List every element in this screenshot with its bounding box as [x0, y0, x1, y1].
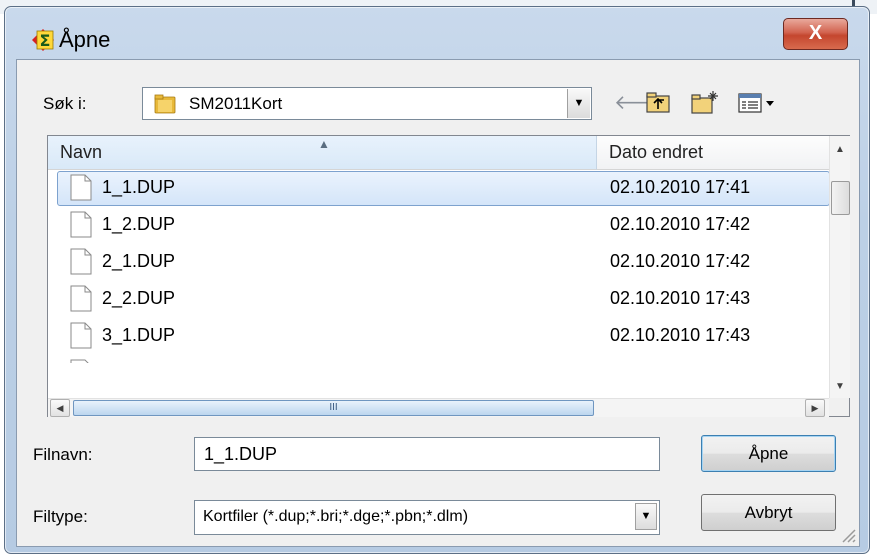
file-name: 2_2.DUP	[102, 288, 176, 308]
close-button[interactable]: X	[783, 18, 848, 50]
look-in-value: SM2011Kort	[189, 94, 283, 113]
list-item[interactable]: 1_2.DUP 02.10.2010 17:42	[48, 207, 828, 243]
file-name: 3_1.DUP	[102, 325, 176, 345]
look-in-label: Søk i:	[43, 94, 87, 113]
list-item-partial	[48, 355, 828, 363]
file-date: 02.10.2010 17:42	[610, 214, 751, 234]
file-list[interactable]: Navn ▲ Dato endret 1_1.DUP 02.10.2010 17…	[47, 135, 850, 417]
file-date: 02.10.2010 17:43	[610, 325, 751, 345]
filetype-label: Filtype:	[33, 507, 88, 526]
file-icon	[70, 285, 92, 312]
file-icon	[70, 248, 92, 275]
file-name: 1_2.DUP	[102, 214, 176, 234]
file-date: 02.10.2010 17:43	[610, 288, 751, 308]
open-dialog: Σ Åpne X Søk i: SM2011Kort ▼ 🡐 Navn ▲ Da…	[4, 6, 870, 554]
cancel-button[interactable]: Avbryt	[701, 494, 836, 531]
scroll-right-icon[interactable]: ▶	[805, 399, 825, 417]
list-item[interactable]: 2_2.DUP 02.10.2010 17:43	[48, 281, 828, 317]
up-folder-icon[interactable]	[645, 90, 671, 116]
sigma-app-icon: Σ	[32, 29, 54, 51]
scroll-left-icon[interactable]: ◀	[50, 399, 70, 417]
file-date: 02.10.2010 17:41	[610, 177, 751, 197]
scrollbar-corner	[829, 398, 849, 416]
new-folder-icon[interactable]	[690, 90, 720, 116]
list-item[interactable]: 3_1.DUP 02.10.2010 17:43	[48, 318, 828, 354]
file-icon	[70, 322, 92, 349]
column-header-date-label: Dato endret	[609, 142, 704, 162]
scroll-up-icon[interactable]: ▲	[835, 144, 845, 155]
vertical-scroll-thumb[interactable]	[831, 181, 850, 215]
filename-input[interactable]: 1_1.DUP	[194, 437, 660, 471]
svg-text:Σ: Σ	[40, 31, 51, 50]
file-name: 1_1.DUP	[102, 177, 176, 197]
horizontal-scroll-thumb[interactable]: III	[73, 400, 594, 416]
resize-grip-icon[interactable]	[839, 526, 857, 544]
chevron-down-icon[interactable]: ▼	[635, 503, 657, 530]
file-name: 2_1.DUP	[102, 251, 176, 271]
file-date: 02.10.2010 17:42	[610, 251, 751, 271]
vertical-scrollbar[interactable]: ▲ ▼	[829, 136, 850, 398]
column-header-date[interactable]: Dato endret	[597, 136, 829, 170]
list-item[interactable]: 1_1.DUP 02.10.2010 17:41	[48, 170, 830, 206]
horizontal-scrollbar[interactable]: ◀ III ▶	[48, 398, 829, 417]
dialog-content: Søk i: SM2011Kort ▼ 🡐 Navn ▲ Dato endret…	[16, 59, 860, 547]
dialog-title: Åpne	[59, 27, 111, 52]
column-header-name[interactable]: Navn ▲	[48, 136, 597, 170]
filetype-select[interactable]: Kortfiler (*.dup;*.bri;*.dge;*.pbn;*.dlm…	[194, 500, 660, 535]
file-icon	[70, 359, 89, 363]
chevron-down-icon[interactable]: ▼	[567, 89, 590, 118]
list-item[interactable]: 2_1.DUP 02.10.2010 17:42	[48, 244, 828, 280]
scroll-down-icon[interactable]: ▼	[835, 381, 845, 392]
sort-ascending-icon: ▲	[318, 137, 330, 151]
open-button[interactable]: Åpne	[701, 435, 836, 472]
view-menu-icon[interactable]	[737, 90, 777, 116]
filename-label: Filnavn:	[33, 445, 93, 464]
file-icon	[70, 174, 92, 201]
look-in-combo[interactable]: SM2011Kort ▼	[142, 87, 592, 120]
column-header-name-label: Navn	[60, 142, 103, 162]
file-icon	[70, 211, 92, 238]
filetype-value: Kortfiler (*.dup;*.bri;*.dge;*.pbn;*.dlm…	[203, 508, 469, 525]
folder-icon	[154, 94, 176, 114]
